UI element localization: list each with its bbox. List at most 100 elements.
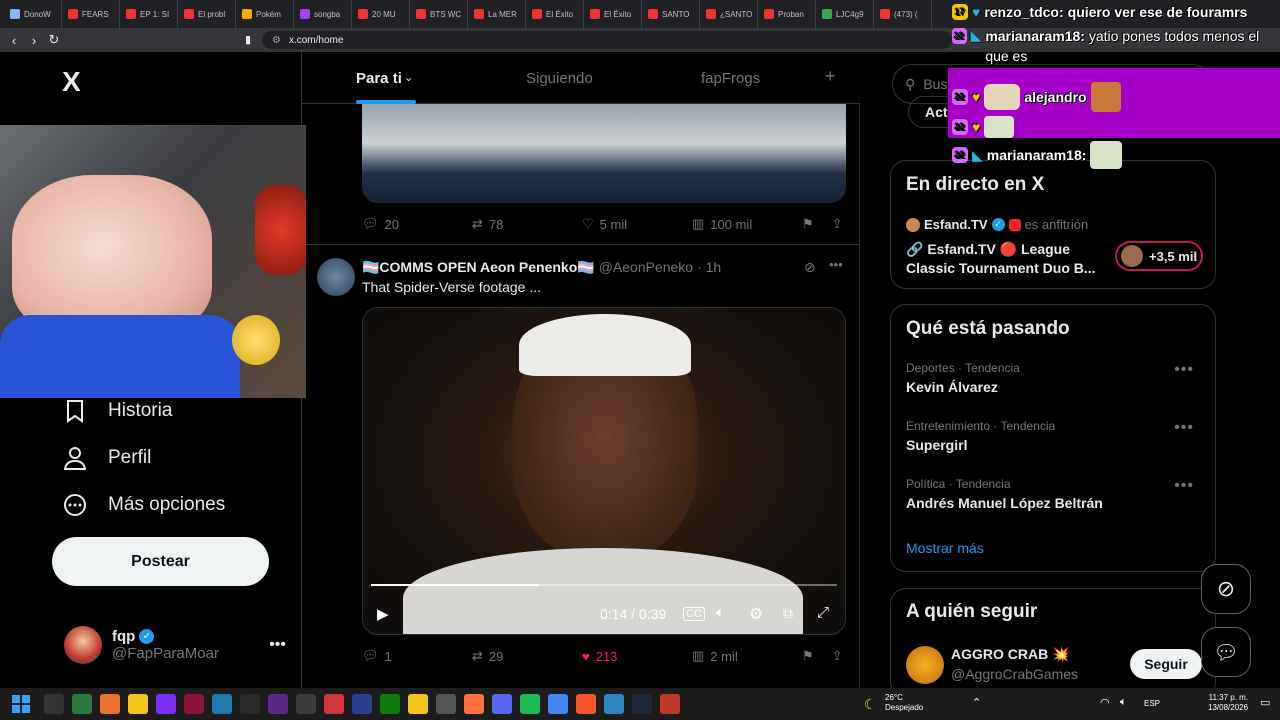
- more-icon[interactable]: •••: [829, 257, 843, 272]
- account-switcher[interactable]: fqp ✓ @FapParaMoar •••: [64, 626, 286, 664]
- space-title[interactable]: 🔗 Esfand.TV 🔴 League Classic Tournament …: [906, 240, 1106, 278]
- browser-tab[interactable]: 20 MU: [352, 0, 410, 28]
- tray-arrow-icon[interactable]: ⌃: [972, 696, 981, 709]
- taskbar-app-icon[interactable]: [660, 694, 680, 714]
- x-logo[interactable]: X: [62, 66, 81, 98]
- tweet-image[interactable]: [362, 104, 846, 203]
- weather-icon[interactable]: ☾: [864, 696, 877, 713]
- taskbar-app-icon[interactable]: [44, 694, 64, 714]
- taskbar-app-icon[interactable]: [436, 694, 456, 714]
- taskbar-app-icon[interactable]: [72, 694, 92, 714]
- taskbar-app-icon[interactable]: [184, 694, 204, 714]
- taskbar-app-icon[interactable]: [240, 694, 260, 714]
- browser-tab[interactable]: Proban: [758, 0, 816, 28]
- taskbar-app-icon[interactable]: [492, 694, 512, 714]
- share-icon[interactable]: ⇪: [832, 216, 843, 232]
- forward-icon[interactable]: ›: [24, 33, 44, 48]
- taskbar-app-icon[interactable]: [212, 694, 232, 714]
- tweet-author-handle[interactable]: @AeonPeneko: [599, 259, 693, 276]
- browser-tab[interactable]: EP 1: SI: [120, 0, 178, 28]
- messages-button[interactable]: 💬︎: [1201, 627, 1251, 677]
- browser-tab[interactable]: BTS WC: [410, 0, 468, 28]
- bookmark-icon[interactable]: ▮: [245, 33, 251, 46]
- views-button[interactable]: ▥ 2 mil: [692, 648, 802, 664]
- post-button[interactable]: Postear: [52, 537, 269, 586]
- volume-icon[interactable]: 🔈︎: [1120, 696, 1127, 709]
- settings-icon[interactable]: ⚙: [749, 604, 763, 624]
- clock[interactable]: 11:37 p. m. 13/08/2026: [1208, 693, 1248, 713]
- bookmark-icon[interactable]: ⚑: [802, 648, 814, 664]
- tab-siguiendo[interactable]: Siguiendo: [526, 70, 593, 87]
- weather-widget[interactable]: 26°C Despejado: [885, 693, 923, 713]
- taskbar-app-icon[interactable]: [324, 694, 344, 714]
- taskbar-app-icon[interactable]: [548, 694, 568, 714]
- browser-tab[interactable]: FEARS: [62, 0, 120, 28]
- url-field[interactable]: ⚙ x.com/home: [262, 31, 952, 49]
- tweet-time[interactable]: · 1h: [697, 259, 721, 276]
- wifi-icon[interactable]: ◠: [1100, 696, 1110, 709]
- nav-perfil[interactable]: Perfil: [62, 445, 151, 471]
- video-progress-track[interactable]: [371, 584, 837, 586]
- show-more-link[interactable]: Mostrar más: [906, 540, 984, 556]
- tweet-video[interactable]: ▶ 0:14 / 0:39 CC 🔈︎ ⚙ ⧉ ⤢: [362, 307, 846, 635]
- share-icon[interactable]: ⇪: [832, 648, 843, 664]
- follow-button[interactable]: Seguir: [1130, 649, 1202, 679]
- browser-tab[interactable]: DonoW: [4, 0, 62, 28]
- avatar[interactable]: [906, 646, 944, 684]
- taskbar-app-icon[interactable]: [156, 694, 176, 714]
- repost-button[interactable]: ⇄ 78: [472, 216, 582, 232]
- taskbar-app-icon[interactable]: [464, 694, 484, 714]
- grok-button[interactable]: ⊘: [1201, 564, 1251, 614]
- reply-button[interactable]: 💬︎ 1: [362, 648, 472, 664]
- trend-item[interactable]: Entretenimiento · Tendencia Supergirl ••…: [906, 419, 1202, 453]
- volume-icon[interactable]: 🔈︎: [716, 604, 725, 621]
- taskbar-app-icon[interactable]: [408, 694, 428, 714]
- more-icon[interactable]: •••: [1174, 361, 1194, 379]
- play-icon[interactable]: ▶: [377, 605, 389, 623]
- nav-historia[interactable]: Historia: [62, 398, 172, 424]
- pip-icon[interactable]: ⧉: [783, 605, 793, 622]
- suggestion-name[interactable]: AGGRO CRAB 💥: [951, 646, 1070, 663]
- live-host[interactable]: Esfand.TV ✓ es anfitrión: [906, 217, 1088, 232]
- avatar[interactable]: [317, 258, 355, 296]
- browser-tab[interactable]: LJC4g9: [816, 0, 874, 28]
- reply-button[interactable]: 💬︎ 20: [362, 216, 472, 232]
- taskbar-app-icon[interactable]: [632, 694, 652, 714]
- trend-item[interactable]: Política · Tendencia Andrés Manuel López…: [906, 477, 1202, 511]
- tab-para-ti[interactable]: Para ti: [356, 70, 402, 87]
- more-icon[interactable]: •••: [1174, 477, 1194, 495]
- tweet-author-name[interactable]: 🏳️‍⚧️COMMS OPEN Aeon Penenko🏳️‍⚧️: [362, 259, 595, 276]
- browser-tab[interactable]: songba: [294, 0, 352, 28]
- browser-tab[interactable]: (473) (: [874, 0, 932, 28]
- windows-start-icon[interactable]: [12, 695, 30, 713]
- tab-fapfrogs[interactable]: fapFrogs: [701, 70, 760, 87]
- like-button[interactable]: ♡ 5 mil: [582, 216, 692, 232]
- browser-tab[interactable]: SANTO: [642, 0, 700, 28]
- back-icon[interactable]: ‹: [4, 33, 24, 48]
- browser-tab[interactable]: ¿SANTO: [700, 0, 758, 28]
- taskbar-app-icon[interactable]: [268, 694, 288, 714]
- like-button[interactable]: ♥ 213: [582, 649, 692, 664]
- taskbar-app-icon[interactable]: [100, 694, 120, 714]
- more-icon[interactable]: •••: [1174, 419, 1194, 437]
- browser-tab[interactable]: Pokém: [236, 0, 294, 28]
- language-indicator[interactable]: ESP: [1144, 699, 1160, 708]
- taskbar-app-icon[interactable]: [296, 694, 316, 714]
- browser-tab[interactable]: El Éxito: [584, 0, 642, 28]
- browser-tab[interactable]: La MER: [468, 0, 526, 28]
- taskbar-app-icon[interactable]: [128, 694, 148, 714]
- views-button[interactable]: ▥ 100 mil: [692, 216, 802, 232]
- repost-button[interactable]: ⇄ 29: [472, 648, 582, 664]
- chevron-down-icon[interactable]: ⌄: [404, 71, 413, 84]
- browser-tab[interactable]: El probl: [178, 0, 236, 28]
- trend-item[interactable]: Deportes · Tendencia Kevin Álvarez •••: [906, 361, 1202, 395]
- taskbar-app-icon[interactable]: [352, 694, 372, 714]
- taskbar-app-icon[interactable]: [604, 694, 624, 714]
- add-tab-icon[interactable]: +: [825, 66, 836, 87]
- bookmark-icon[interactable]: ⚑: [802, 216, 814, 232]
- notification-icon[interactable]: ▭: [1260, 696, 1270, 709]
- nav-more-options[interactable]: Más opciones: [62, 492, 225, 518]
- captions-icon[interactable]: CC: [683, 607, 705, 621]
- fullscreen-icon[interactable]: ⤢: [817, 604, 829, 621]
- taskbar-app-icon[interactable]: [576, 694, 596, 714]
